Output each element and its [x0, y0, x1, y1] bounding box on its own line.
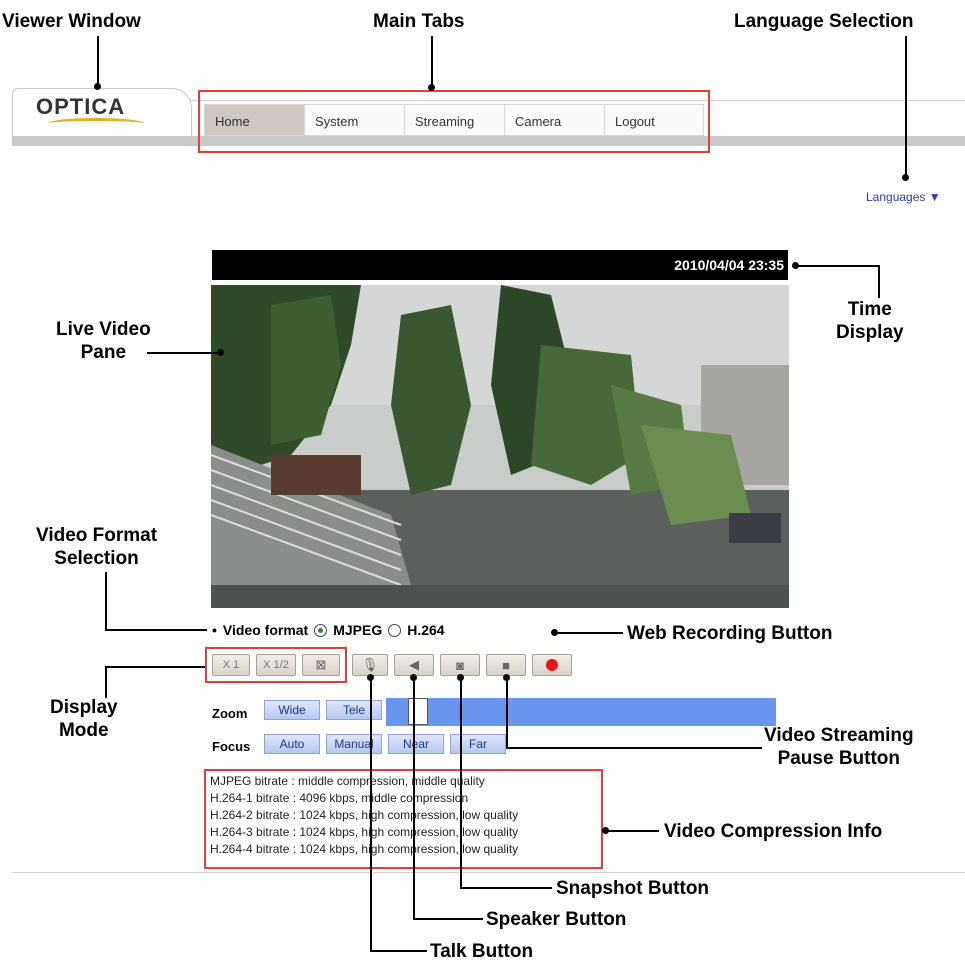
leader-line	[370, 950, 427, 952]
leader-line	[105, 629, 207, 631]
video-format-label: Video format	[222, 622, 309, 638]
h264-label: H.264	[407, 622, 445, 638]
callout-main-tabs: Main Tabs	[373, 11, 465, 32]
speaker-icon: ◀	[409, 657, 419, 672]
leader-dot	[94, 83, 101, 90]
leader-dot	[902, 174, 909, 181]
leader-line	[905, 36, 907, 176]
display-mode-highlight	[205, 647, 347, 683]
logo-swoosh	[48, 118, 144, 129]
callout-talk-button: Talk Button	[430, 941, 534, 962]
leader-line	[460, 887, 552, 889]
leader-line	[460, 677, 462, 888]
callout-snapshot-button: Snapshot Button	[556, 878, 710, 899]
callout-speaker-button: Speaker Button	[486, 909, 627, 930]
main-tabs-highlight	[198, 90, 710, 153]
focus-far-button[interactable]: Far	[450, 734, 506, 754]
live-video-line1: Live Video	[56, 319, 151, 340]
pause-callout-line1: Video Streaming	[764, 725, 914, 746]
live-video-pane	[211, 285, 789, 608]
callout-time-display: Time Display	[836, 298, 904, 344]
leader-line	[105, 572, 107, 630]
video-format-bullet: •	[212, 622, 217, 638]
time-display-line2: Display	[836, 322, 904, 343]
microphone-icon: 🎙	[361, 657, 379, 672]
time-display-line1: Time	[847, 299, 892, 320]
zoom-slider[interactable]	[386, 698, 776, 726]
leader-dot	[551, 629, 558, 636]
video-format-line1: Video Format	[36, 525, 158, 546]
leader-line	[797, 265, 880, 267]
timestamp: 2010/04/04 23:35	[674, 257, 784, 273]
callout-video-streaming-pause: Video Streaming Pause Button	[764, 724, 914, 770]
snapshot-button[interactable]: ◙	[440, 654, 480, 676]
video-frame	[211, 285, 789, 608]
leader-line	[607, 830, 659, 832]
talk-button[interactable]: 🎙	[352, 654, 388, 676]
video-format-selector: • Video format MJPEG H.264	[212, 622, 445, 638]
stop-icon: ■	[502, 657, 510, 673]
leader-line	[370, 677, 372, 951]
leader-line	[506, 747, 762, 749]
h264-radio[interactable]	[388, 623, 402, 637]
callout-live-video-pane: Live Video Pane	[56, 318, 151, 364]
callout-video-format-selection: Video Format Selection	[36, 524, 157, 570]
leader-line	[878, 265, 880, 298]
focus-label: Focus	[212, 739, 251, 754]
optica-logo: OPTICA	[36, 94, 126, 119]
leader-line	[413, 677, 415, 919]
focus-auto-button[interactable]: Auto	[264, 734, 320, 754]
languages-dropdown[interactable]: Languages ▼	[866, 190, 941, 204]
mjpeg-radio[interactable]	[314, 623, 328, 637]
callout-language-selection: Language Selection	[734, 11, 914, 32]
time-display: 2010/04/04 23:35	[212, 250, 788, 280]
callout-viewer-window: Viewer Window	[2, 11, 141, 32]
web-recording-button[interactable]	[532, 654, 572, 676]
leader-line	[555, 632, 623, 634]
callout-video-compression-info: Video Compression Info	[664, 821, 883, 842]
focus-manual-button[interactable]: Manual	[326, 734, 382, 754]
footer-divider	[12, 872, 965, 873]
leader-line	[413, 918, 483, 920]
pause-callout-line2: Pause Button	[777, 748, 901, 769]
leader-dot	[217, 349, 224, 356]
focus-near-button[interactable]: Near	[388, 734, 444, 754]
mjpeg-label: MJPEG	[333, 622, 383, 638]
leader-line	[506, 677, 508, 749]
camera-icon: ◙	[456, 657, 464, 673]
zoom-slider-thumb[interactable]	[408, 698, 429, 725]
video-format-line2: Selection	[54, 548, 139, 569]
zoom-tele-button[interactable]: Tele	[326, 700, 382, 720]
leader-dot	[428, 84, 435, 91]
leader-line	[147, 352, 219, 354]
callout-web-recording-button: Web Recording Button	[627, 623, 833, 644]
record-icon	[546, 659, 558, 671]
zoom-wide-button[interactable]: Wide	[264, 700, 320, 720]
display-mode-line2: Mode	[58, 720, 109, 741]
pause-button[interactable]: ■	[486, 654, 526, 676]
leader-line	[105, 666, 107, 698]
speaker-button[interactable]: ◀	[394, 654, 434, 676]
display-mode-line1: Display	[50, 697, 118, 718]
leader-line	[105, 666, 205, 668]
zoom-label: Zoom	[212, 706, 248, 721]
callout-display-mode: Display Mode	[50, 696, 118, 742]
leader-line	[431, 36, 433, 86]
live-video-line2: Pane	[80, 342, 127, 363]
compression-info-highlight	[204, 769, 603, 869]
leader-line	[97, 36, 99, 86]
